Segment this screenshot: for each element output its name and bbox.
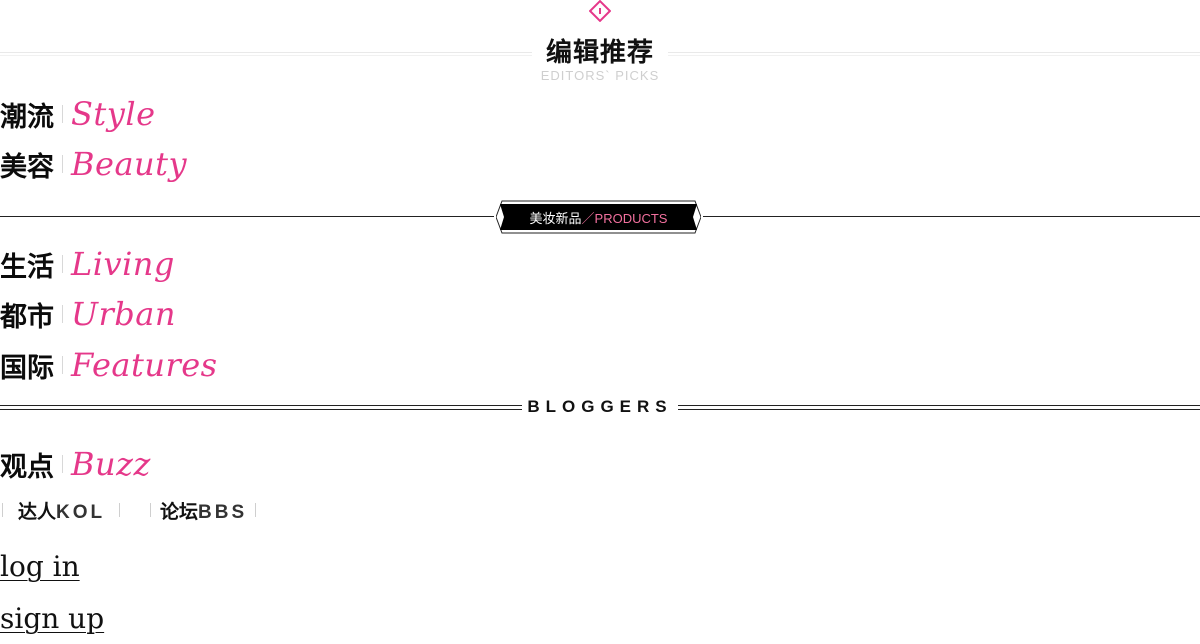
products-divider-right [703, 216, 1200, 217]
link-separator [2, 503, 3, 517]
bloggers-divider-right [678, 405, 1200, 410]
nav-label-en: Urban [71, 295, 176, 333]
nav-item-style[interactable]: 潮流 Style [0, 94, 156, 134]
login-link[interactable]: log in [0, 550, 80, 583]
nav-label-zh: 都市 [0, 301, 54, 333]
link-bbs-en: BBS [198, 502, 248, 523]
separator [62, 105, 63, 123]
products-label-zh: 美妆新品 [529, 211, 582, 226]
nav-label-en: Living [71, 245, 175, 283]
bloggers-divider-left [0, 405, 522, 410]
signup-link[interactable]: sign up [0, 602, 104, 635]
nav-label-zh: 国际 [0, 352, 54, 384]
nav-label-zh: 潮流 [0, 101, 54, 133]
separator [62, 255, 63, 273]
nav-label-zh: 美容 [0, 151, 54, 183]
nav-label-en: Beauty [71, 145, 188, 183]
link-separator [150, 503, 151, 517]
nav-item-urban[interactable]: 都市 Urban [0, 294, 176, 334]
nav-label-zh: 观点 [0, 451, 54, 483]
products-slash: ／ [581, 211, 595, 226]
separator [62, 356, 63, 374]
link-bbs-zh: 论坛 [160, 501, 199, 523]
nav-item-buzz[interactable]: 观点 Buzz [0, 444, 151, 484]
bloggers-heading: BLOGGERS [527, 397, 673, 416]
separator [62, 155, 63, 173]
link-bbs[interactable]: 论坛BBS [160, 497, 247, 523]
nav-label-en: Features [71, 346, 218, 384]
link-separator [119, 503, 120, 517]
products-label-en: PRODUCTS [594, 211, 668, 226]
link-kol[interactable]: 达人KOL [18, 497, 105, 523]
separator [62, 305, 63, 323]
link-kol-zh: 达人 [18, 501, 57, 523]
products-divider-left [0, 216, 494, 217]
link-separator [255, 503, 256, 517]
nav-item-living[interactable]: 生活 Living [0, 244, 175, 284]
nav-item-beauty[interactable]: 美容 Beauty [0, 144, 187, 184]
nav-item-features[interactable]: 国际 Features [0, 345, 218, 385]
diamond-icon [589, 0, 611, 22]
products-label[interactable]: 美妆新品／PRODUCTS [496, 208, 701, 227]
separator [62, 455, 63, 473]
nav-label-en: Style [71, 95, 156, 133]
nav-label-zh: 生活 [0, 251, 54, 283]
section-title: 编辑推荐 [545, 38, 654, 68]
nav-label-en: Buzz [71, 445, 151, 483]
link-kol-en: KOL [56, 502, 106, 523]
section-subtitle: EDITORS` PICKS [540, 68, 660, 83]
